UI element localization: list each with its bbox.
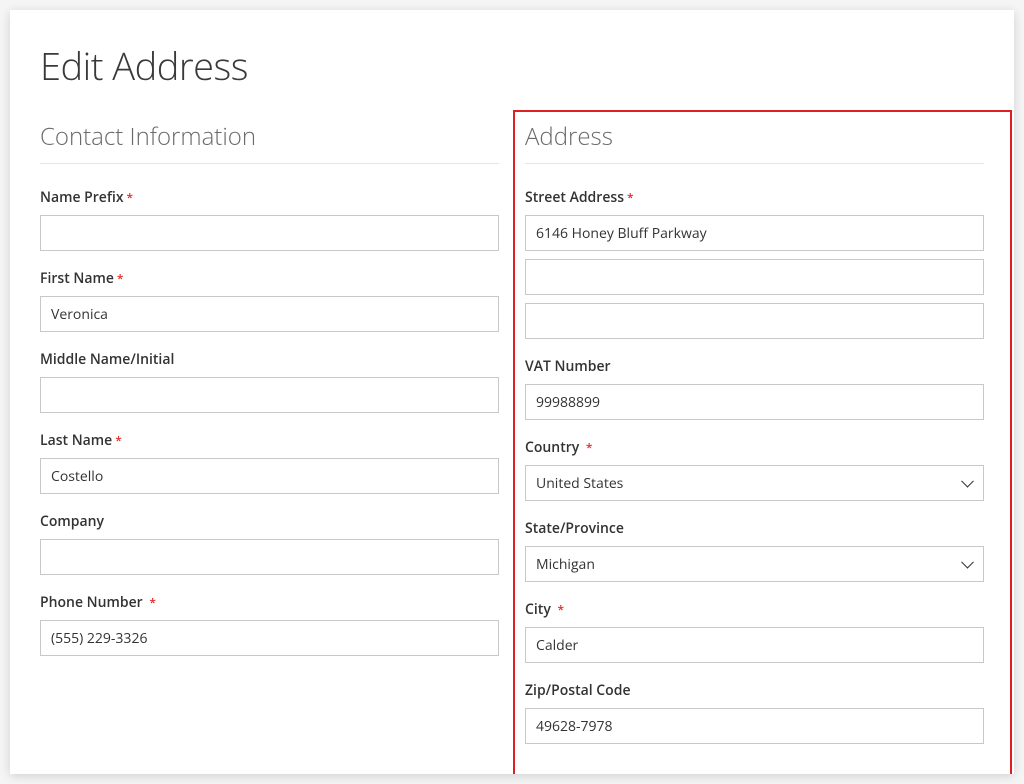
required-asterisk: * — [627, 189, 634, 206]
country-select[interactable]: United States — [525, 465, 984, 501]
zip-input[interactable] — [525, 708, 984, 744]
street-address-line2-input[interactable] — [525, 259, 984, 295]
last-name-input[interactable] — [40, 458, 499, 494]
phone-label: Phone Number * — [40, 593, 499, 612]
name-prefix-field: Name Prefix* — [40, 188, 499, 251]
middle-name-label: Middle Name/Initial — [40, 350, 499, 369]
required-asterisk: * — [127, 189, 134, 206]
vat-number-input[interactable] — [525, 384, 984, 420]
address-section-title: Address — [525, 120, 984, 164]
middle-name-field: Middle Name/Initial — [40, 350, 499, 413]
name-prefix-input[interactable] — [40, 215, 499, 251]
street-address-field: Street Address* — [525, 188, 984, 339]
company-field: Company — [40, 512, 499, 575]
contact-section-title: Contact Information — [40, 120, 499, 164]
name-prefix-label: Name Prefix* — [40, 188, 499, 207]
country-label: Country * — [525, 438, 984, 457]
first-name-label: First Name* — [40, 269, 499, 288]
state-label: State/Province — [525, 519, 984, 538]
required-asterisk: * — [586, 439, 593, 456]
zip-field: Zip/Postal Code — [525, 681, 984, 744]
street-address-line1-input[interactable] — [525, 215, 984, 251]
company-input[interactable] — [40, 539, 499, 575]
state-select[interactable]: Michigan — [525, 546, 984, 582]
phone-field: Phone Number * — [40, 593, 499, 656]
state-select-wrap: Michigan — [525, 546, 984, 582]
middle-name-input[interactable] — [40, 377, 499, 413]
contact-information-section: Contact Information Name Prefix* First N… — [40, 120, 499, 762]
required-asterisk: * — [149, 594, 156, 611]
address-section: Address Street Address* VAT Number Count… — [525, 120, 984, 762]
last-name-label: Last Name* — [40, 431, 499, 450]
street-address-label: Street Address* — [525, 188, 984, 207]
vat-number-field: VAT Number — [525, 357, 984, 420]
state-field: State/Province Michigan — [525, 519, 984, 582]
required-asterisk: * — [115, 432, 122, 449]
city-input[interactable] — [525, 627, 984, 663]
vat-number-label: VAT Number — [525, 357, 984, 376]
phone-input[interactable] — [40, 620, 499, 656]
city-label: City * — [525, 600, 984, 619]
street-address-line3-input[interactable] — [525, 303, 984, 339]
city-field: City * — [525, 600, 984, 663]
country-select-wrap: United States — [525, 465, 984, 501]
company-label: Company — [40, 512, 499, 531]
last-name-field: Last Name* — [40, 431, 499, 494]
page-title: Edit Address — [40, 40, 984, 92]
form-columns: Contact Information Name Prefix* First N… — [40, 120, 984, 762]
zip-label: Zip/Postal Code — [525, 681, 984, 700]
required-asterisk: * — [557, 601, 564, 618]
country-field: Country * United States — [525, 438, 984, 501]
first-name-field: First Name* — [40, 269, 499, 332]
required-asterisk: * — [117, 270, 124, 287]
edit-address-form: Edit Address Contact Information Name Pr… — [10, 10, 1014, 774]
first-name-input[interactable] — [40, 296, 499, 332]
street-address-group — [525, 215, 984, 339]
